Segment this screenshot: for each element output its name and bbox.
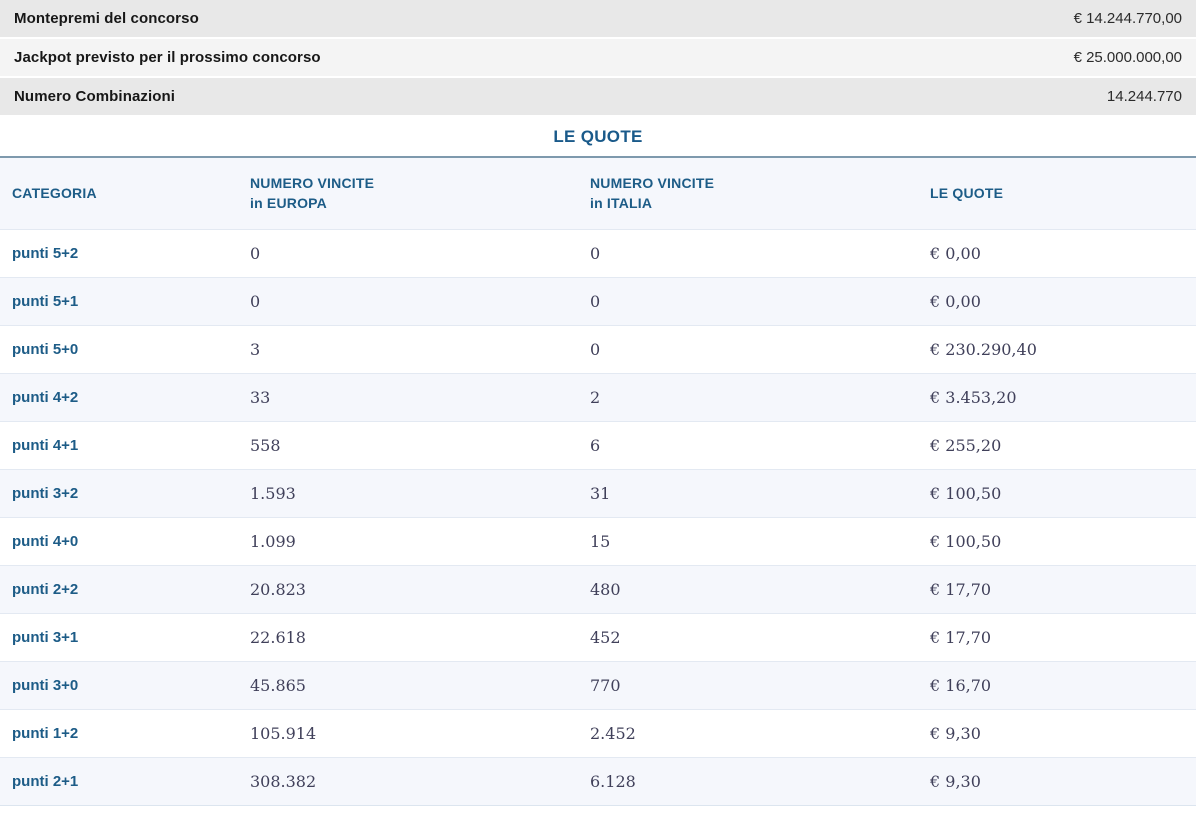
- cell-europa: 0: [250, 292, 261, 311]
- section-title: LE QUOTE: [553, 126, 643, 146]
- cell-europa: 3: [250, 340, 261, 359]
- cell-quota: € 100,50: [930, 484, 1002, 503]
- header-europa-line2: in EUROPA: [250, 194, 327, 211]
- cell-italia: 15: [590, 532, 611, 551]
- cell-europa: 1.099: [250, 532, 296, 551]
- cell-italia: 0: [590, 244, 601, 263]
- cell-europa: 22.618: [250, 628, 306, 647]
- cell-quota: € 16,70: [930, 676, 992, 695]
- cell-categoria: punti 5+2: [12, 245, 79, 262]
- cell-europa: 45.865: [250, 676, 306, 695]
- summary-row-montepremi: Montepremi del concorso € 14.244.770,00: [0, 0, 1196, 37]
- cell-italia: 770: [590, 676, 621, 695]
- table-row: punti 5+2 0 0 € 0,00: [0, 229, 1196, 277]
- jackpot-value: € 25.000.000,00: [1073, 49, 1182, 66]
- header-cell-italia: NUMERO VINCITE in ITALIA: [590, 174, 930, 213]
- table-body: punti 5+2 0 0 € 0,00 punti 5+1 0 0 € 0,0…: [0, 229, 1196, 806]
- lottery-results-page: Montepremi del concorso € 14.244.770,00 …: [0, 0, 1200, 815]
- quotes-table: CATEGORIA NUMERO VINCITE in EUROPA NUMER…: [0, 158, 1196, 806]
- table-header-row: CATEGORIA NUMERO VINCITE in EUROPA NUMER…: [0, 158, 1196, 229]
- cell-categoria: punti 4+1: [12, 437, 79, 454]
- content-area: Montepremi del concorso € 14.244.770,00 …: [0, 0, 1196, 806]
- table-row: punti 1+2 105.914 2.452 € 9,30: [0, 709, 1196, 757]
- section-title-wrap: LE QUOTE: [0, 117, 1196, 156]
- cell-categoria: punti 2+1: [12, 773, 79, 790]
- cell-categoria: punti 4+2: [12, 389, 79, 406]
- cell-categoria: punti 3+2: [12, 485, 79, 502]
- jackpot-label: Jackpot previsto per il prossimo concors…: [14, 49, 321, 66]
- cell-categoria: punti 5+0: [12, 341, 79, 358]
- header-cell-quote: LE QUOTE: [930, 184, 1004, 201]
- cell-italia: 6.128: [590, 772, 636, 791]
- cell-europa: 20.823: [250, 580, 306, 599]
- cell-quota: € 230.290,40: [930, 340, 1037, 359]
- cell-italia: 31: [590, 484, 611, 503]
- cell-italia: 2.452: [590, 724, 636, 743]
- table-row: punti 4+1 558 6 € 255,20: [0, 421, 1196, 469]
- summary-row-jackpot: Jackpot previsto per il prossimo concors…: [0, 39, 1196, 76]
- cell-quota: € 17,70: [930, 580, 992, 599]
- cell-categoria: punti 1+2: [12, 725, 79, 742]
- header-cell-europa: NUMERO VINCITE in EUROPA: [250, 174, 590, 213]
- table-row: punti 2+1 308.382 6.128 € 9,30: [0, 757, 1196, 805]
- cell-quota: € 0,00: [930, 244, 981, 263]
- cell-europa: 1.593: [250, 484, 296, 503]
- table-row: punti 4+0 1.099 15 € 100,50: [0, 517, 1196, 565]
- summary-row-combinazioni: Numero Combinazioni 14.244.770: [0, 78, 1196, 115]
- header-cell-categoria: CATEGORIA: [12, 184, 97, 201]
- cell-categoria: punti 5+1: [12, 293, 79, 310]
- cell-categoria: punti 3+0: [12, 677, 79, 694]
- header-europa-line1: NUMERO VINCITE: [250, 174, 375, 191]
- cell-categoria: punti 4+0: [12, 533, 79, 550]
- table-row: punti 4+2 33 2 € 3.453,20: [0, 373, 1196, 421]
- combinazioni-label: Numero Combinazioni: [14, 88, 176, 105]
- cell-italia: 480: [590, 580, 621, 599]
- combinazioni-value: 14.244.770: [1106, 88, 1182, 105]
- cell-quota: € 9,30: [930, 724, 981, 743]
- cell-italia: 2: [590, 388, 601, 407]
- montepremi-value: € 14.244.770,00: [1073, 10, 1182, 27]
- cell-italia: 0: [590, 340, 601, 359]
- cell-europa: 308.382: [250, 772, 317, 791]
- cell-italia: 6: [590, 436, 601, 455]
- header-italia-line2: in ITALIA: [590, 194, 653, 211]
- cell-europa: 105.914: [250, 724, 317, 743]
- cell-categoria: punti 2+2: [12, 581, 79, 598]
- table-row: punti 5+1 0 0 € 0,00: [0, 277, 1196, 325]
- cell-quota: € 100,50: [930, 532, 1002, 551]
- table-row: punti 3+1 22.618 452 € 17,70: [0, 613, 1196, 661]
- cell-europa: 558: [250, 436, 281, 455]
- table-row: punti 3+2 1.593 31 € 100,50: [0, 469, 1196, 517]
- cell-italia: 0: [590, 292, 601, 311]
- cell-europa: 0: [250, 244, 261, 263]
- cell-categoria: punti 3+1: [12, 629, 79, 646]
- cell-italia: 452: [590, 628, 621, 647]
- montepremi-label: Montepremi del concorso: [14, 10, 199, 27]
- cell-quota: € 17,70: [930, 628, 992, 647]
- cell-quota: € 255,20: [930, 436, 1002, 455]
- cell-europa: 33: [250, 388, 271, 407]
- table-row: punti 3+0 45.865 770 € 16,70: [0, 661, 1196, 709]
- cell-quota: € 0,00: [930, 292, 981, 311]
- cell-quota: € 9,30: [930, 772, 981, 791]
- header-italia-line1: NUMERO VINCITE: [590, 174, 715, 191]
- table-row: punti 2+2 20.823 480 € 17,70: [0, 565, 1196, 613]
- table-row: punti 5+0 3 0 € 230.290,40: [0, 325, 1196, 373]
- cell-quota: € 3.453,20: [930, 388, 1017, 407]
